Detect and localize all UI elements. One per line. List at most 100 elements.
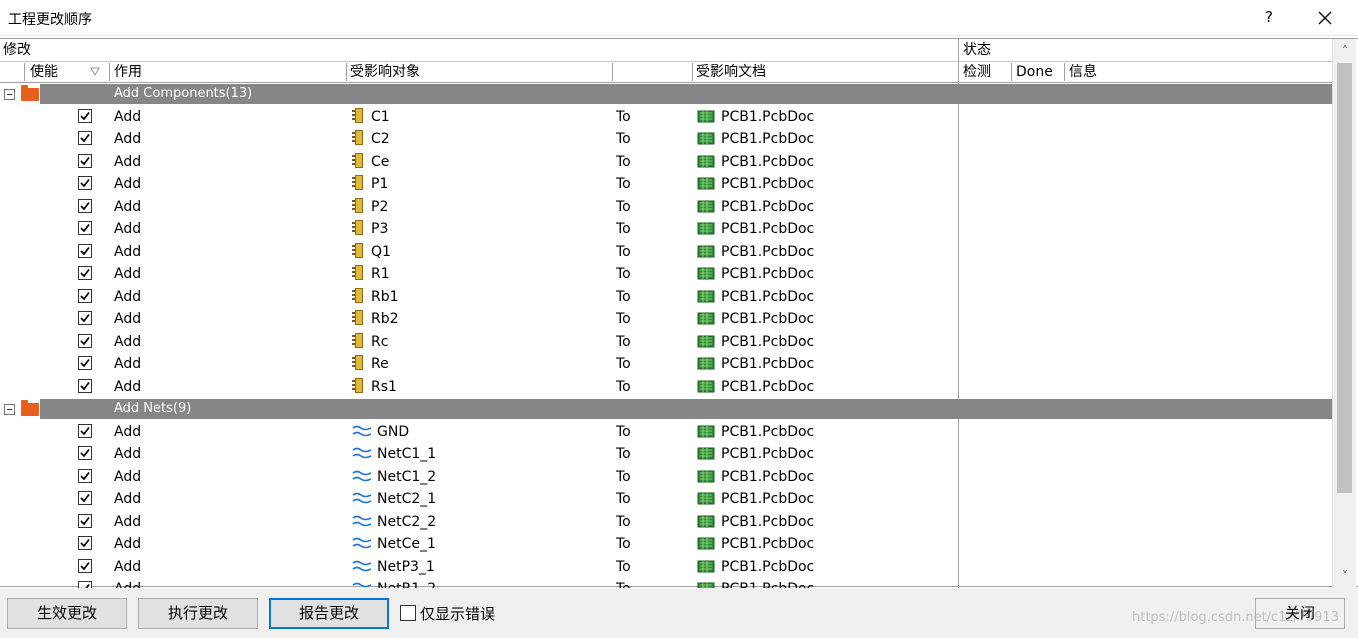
collapse-toggle[interactable] (4, 404, 15, 415)
group-header-modify: 修改 (0, 39, 958, 61)
enable-checkbox[interactable] (78, 266, 92, 280)
object-cell: C1 (352, 106, 390, 128)
vertical-scrollbar[interactable]: ˄ ˅ (1332, 39, 1356, 588)
enable-checkbox[interactable] (78, 153, 92, 168)
pcb-doc-icon (697, 245, 715, 257)
change-row[interactable]: Add Re To PCB1.PcbDoc (0, 353, 958, 376)
change-row[interactable]: Add Rb1 To PCB1.PcbDoc (0, 286, 958, 309)
enable-checkbox[interactable] (78, 108, 92, 123)
to-cell: To (616, 356, 631, 372)
change-row[interactable]: Add Q1 To PCB1.PcbDoc (0, 241, 958, 264)
pcb-doc-icon (697, 560, 715, 572)
enable-checkbox[interactable] (78, 221, 92, 235)
enable-checkbox[interactable] (78, 558, 92, 573)
title-bar: 工程更改顺序 ? (0, 0, 1358, 36)
to-cell: To (616, 558, 631, 575)
enable-checkbox[interactable] (78, 423, 92, 438)
doc-cell: PCB1.PcbDoc (697, 488, 814, 510)
validate-changes-button[interactable]: 生效更改 (7, 598, 127, 629)
doc-cell: PCB1.PcbDoc (697, 511, 814, 533)
help-button[interactable]: ? (1258, 6, 1280, 28)
change-row[interactable]: Add NetR1_2 To PCB1.PcbDoc (0, 578, 958, 588)
close-button[interactable]: 关闭 (1255, 598, 1345, 629)
enable-checkbox[interactable] (78, 333, 92, 348)
changes-grid: 修改 状态 使能 作用 受影响对象 受影响文档 检测 Done 信息 Add C… (0, 38, 1358, 588)
component-icon (352, 130, 365, 145)
column-info[interactable]: 信息 (1065, 61, 1332, 83)
enable-checkbox[interactable] (78, 446, 92, 460)
action-cell: Add (114, 131, 142, 147)
change-row[interactable]: Add NetC1_2 To PCB1.PcbDoc (0, 466, 958, 489)
scroll-down-arrow[interactable]: ˅ (1333, 566, 1357, 586)
change-row[interactable]: Add NetCe_1 To PCB1.PcbDoc (0, 533, 958, 556)
component-icon (352, 355, 365, 370)
enable-checkbox[interactable] (78, 581, 92, 588)
pcb-doc-icon (697, 222, 715, 235)
enable-checkbox[interactable] (78, 513, 92, 528)
column-enable[interactable]: 使能 (26, 61, 110, 83)
report-changes-button[interactable]: 报告更改 (269, 598, 389, 629)
change-row[interactable]: Add NetC2_1 To PCB1.PcbDoc (0, 488, 958, 511)
change-row[interactable]: Add P1 To PCB1.PcbDoc (0, 173, 958, 196)
change-row[interactable]: Add P3 To PCB1.PcbDoc (0, 218, 958, 241)
scroll-up-arrow[interactable]: ˄ (1333, 41, 1357, 61)
column-done[interactable]: Done (1012, 61, 1064, 83)
net-icon (352, 425, 372, 436)
enable-checkbox[interactable] (78, 491, 92, 505)
collapse-toggle[interactable] (4, 89, 15, 100)
to-cell: To (616, 198, 631, 215)
action-cell: Add (114, 491, 142, 507)
enable-checkbox[interactable] (78, 131, 92, 145)
object-cell: C2 (352, 128, 390, 150)
change-row[interactable]: Add NetC2_2 To PCB1.PcbDoc (0, 511, 958, 534)
section-header-row[interactable]: Add Nets(9) (0, 398, 1332, 420)
enable-checkbox[interactable] (78, 356, 92, 370)
object-cell: Q1 (352, 241, 391, 263)
filter-icon[interactable] (90, 67, 100, 77)
only-show-errors-checkbox[interactable] (400, 605, 416, 621)
change-row[interactable]: Add GND To PCB1.PcbDoc (0, 421, 958, 444)
component-icon (352, 332, 365, 348)
doc-cell: PCB1.PcbDoc (697, 443, 814, 465)
change-row[interactable]: Add NetC1_1 To PCB1.PcbDoc (0, 443, 958, 466)
pcb-doc-icon (697, 492, 715, 505)
change-row[interactable]: Add Rc To PCB1.PcbDoc (0, 331, 958, 354)
section-header-row[interactable]: Add Components(13) (0, 83, 1332, 105)
scroll-thumb[interactable] (1337, 63, 1352, 493)
close-window-button[interactable] (1312, 6, 1338, 30)
enable-checkbox[interactable] (78, 243, 92, 258)
enable-checkbox[interactable] (78, 378, 92, 393)
action-cell: Add (114, 536, 142, 552)
object-cell: NetP3_1 (352, 556, 435, 578)
enable-checkbox[interactable] (78, 468, 92, 483)
action-cell: Add (114, 198, 142, 215)
enable-checkbox[interactable] (78, 176, 92, 190)
change-row[interactable]: Add C1 To PCB1.PcbDoc (0, 106, 958, 129)
change-row[interactable]: Add C2 To PCB1.PcbDoc (0, 128, 958, 151)
enable-checkbox[interactable] (78, 288, 92, 303)
pcb-doc-icon (697, 110, 715, 122)
column-action[interactable]: 作用 (110, 61, 346, 83)
doc-cell: PCB1.PcbDoc (697, 331, 814, 353)
execute-changes-button[interactable]: 执行更改 (138, 598, 258, 629)
object-cell: Re (352, 353, 389, 375)
change-row[interactable]: Add P2 To PCB1.PcbDoc (0, 196, 958, 219)
column-affected-object[interactable]: 受影响对象 (346, 61, 612, 83)
rows-container: Add Components(13) Add C1 To PCB1.PcbDoc Add C… (0, 83, 1332, 588)
component-icon (352, 287, 365, 303)
change-row[interactable]: Add Ce To PCB1.PcbDoc (0, 151, 958, 174)
action-cell: Add (114, 311, 142, 327)
change-row[interactable]: Add Rs1 To PCB1.PcbDoc (0, 376, 958, 399)
change-row[interactable]: Add NetP3_1 To PCB1.PcbDoc (0, 556, 958, 579)
pcb-doc-icon (697, 447, 715, 460)
action-cell: Add (114, 578, 141, 588)
column-check[interactable]: 检测 (959, 61, 1011, 83)
column-affected-doc[interactable]: 受影响文档 (692, 61, 958, 83)
change-row[interactable]: Add R1 To PCB1.PcbDoc (0, 263, 958, 286)
component-icon (352, 265, 365, 280)
enable-checkbox[interactable] (78, 311, 92, 325)
enable-checkbox[interactable] (78, 536, 92, 550)
change-row[interactable]: Add Rb2 To PCB1.PcbDoc (0, 308, 958, 331)
pcb-doc-icon (697, 425, 715, 437)
enable-checkbox[interactable] (78, 198, 92, 213)
